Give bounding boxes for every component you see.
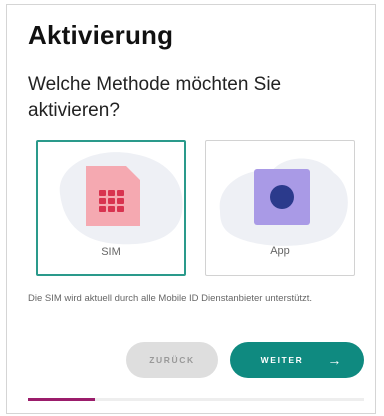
- info-text: Die SIM wird aktuell durch alle Mobile I…: [28, 293, 313, 304]
- option-sim[interactable]: SIM: [36, 140, 186, 276]
- next-button-label: WEITER: [260, 355, 304, 365]
- app-icon: [254, 169, 310, 225]
- progress-bar: [28, 398, 364, 401]
- page-title: Aktivierung: [28, 20, 174, 50]
- method-question: Welche Methode möchten Sie aktivieren?: [28, 74, 282, 121]
- progress-bar-fill: [28, 398, 96, 401]
- arrow-right-icon: →: [327, 352, 342, 368]
- back-button[interactable]: ZURÜCK: [126, 342, 218, 378]
- option-app-label: App: [270, 245, 290, 257]
- option-app[interactable]: App: [205, 140, 355, 276]
- next-button[interactable]: WEITER →: [230, 342, 364, 378]
- sim-card-icon: [86, 166, 140, 226]
- back-button-label: ZURÜCK: [149, 355, 195, 365]
- option-sim-label: SIM: [101, 246, 121, 258]
